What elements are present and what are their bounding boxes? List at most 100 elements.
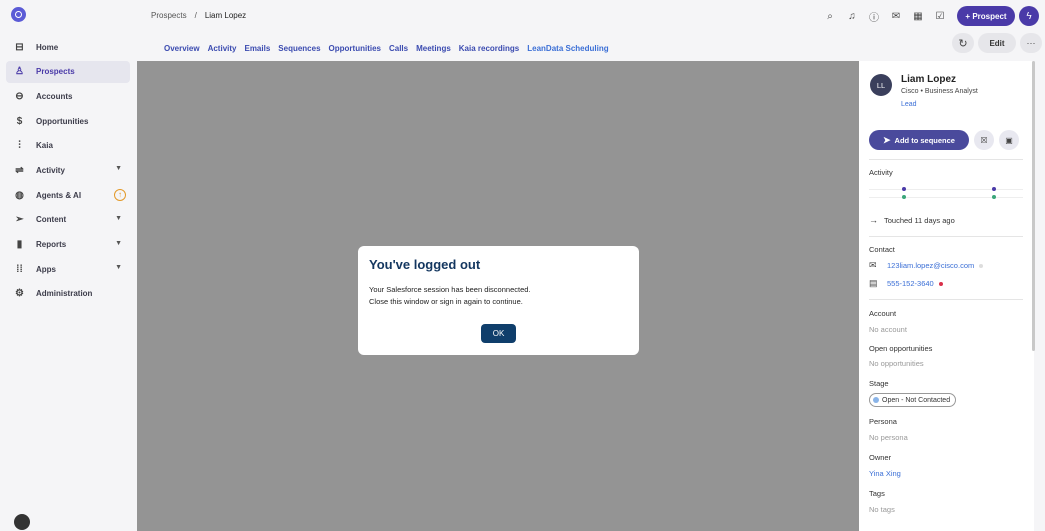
user-avatar[interactable] bbox=[14, 514, 30, 530]
sidebar-item-opportunities[interactable]: $ Opportunities bbox=[6, 110, 130, 132]
sidebar-item-label: Apps bbox=[36, 264, 56, 274]
divider bbox=[869, 299, 1023, 300]
sidebar-nav: ⊟ Home ♙ Prospects ⊖ Accounts $ Opportun… bbox=[6, 36, 130, 308]
mail-icon[interactable]: ✉ bbox=[887, 8, 905, 24]
breadcrumb-parent[interactable]: Prospects bbox=[151, 11, 187, 20]
sidebar-item-administration[interactable]: ⚙ Administration bbox=[6, 283, 130, 305]
tab-sequences[interactable]: Sequences bbox=[278, 44, 320, 53]
add-to-sequence-button[interactable]: ➤ Add to sequence bbox=[869, 130, 969, 150]
last-touched: → Touched 11 days ago bbox=[869, 215, 955, 225]
logged-out-dialog: You've logged out Your Salesforce sessio… bbox=[358, 246, 639, 355]
prospect-name: Liam Lopez bbox=[901, 74, 957, 85]
email-row[interactable]: ✉ 123liam.lopez@cisco.com bbox=[869, 260, 984, 271]
edit-button[interactable]: Edit bbox=[978, 33, 1016, 53]
more-options-button[interactable]: ··· bbox=[1020, 33, 1042, 53]
header-icons: ⌕ ♫ ⓘ ✉ ▦ ☑ bbox=[821, 8, 949, 24]
chevron-down-icon[interactable]: ▼ bbox=[115, 215, 122, 222]
sidebar-item-label: Opportunities bbox=[36, 116, 89, 126]
sidebar-item-kaia[interactable]: ⫶ Kaia bbox=[6, 135, 130, 157]
tags-label: Tags bbox=[869, 489, 885, 498]
sidebar-item-activity[interactable]: ⇌ Activity ▼ bbox=[6, 159, 130, 181]
sidebar-item-content[interactable]: ➢ Content ▼ bbox=[6, 209, 130, 231]
task-icon[interactable]: ☒ bbox=[974, 130, 994, 150]
tab-emails[interactable]: Emails bbox=[244, 44, 270, 53]
dialog-body: Your Salesforce session has been disconn… bbox=[369, 284, 531, 308]
prospect-type-link[interactable]: Lead bbox=[901, 101, 917, 108]
timeline-dot bbox=[992, 187, 996, 191]
breadcrumb-separator: / bbox=[194, 11, 197, 20]
timeline-line bbox=[869, 197, 1023, 198]
bolt-icon[interactable]: ϟ bbox=[1019, 6, 1039, 26]
right-panel-scrollbar[interactable] bbox=[1032, 61, 1035, 351]
prospect-title: Cisco • Business Analyst bbox=[901, 88, 978, 95]
tab-kaia-recordings[interactable]: Kaia recordings bbox=[459, 44, 519, 53]
phone-link[interactable]: 555-152-3640 bbox=[887, 279, 934, 288]
activity-timeline bbox=[869, 186, 1023, 206]
refresh-icon[interactable]: ↻ bbox=[952, 33, 974, 53]
ok-button[interactable]: OK bbox=[481, 324, 516, 343]
sidebar-item-label: Kaia bbox=[36, 141, 53, 151]
tasks-icon[interactable]: ☑ bbox=[931, 8, 949, 24]
bell-icon[interactable]: ♫ bbox=[843, 8, 861, 24]
timeline-line bbox=[869, 189, 1023, 190]
opportunities-value: No opportunities bbox=[869, 359, 924, 368]
stage-label: Stage bbox=[869, 379, 889, 388]
add-to-sequence-label: Add to sequence bbox=[894, 135, 955, 145]
contact-label: Contact bbox=[869, 245, 895, 254]
sidebar-item-home[interactable]: ⊟ Home bbox=[6, 36, 130, 58]
calendar-icon[interactable]: ▦ bbox=[909, 8, 927, 24]
dollar-icon: $ bbox=[16, 115, 23, 127]
sidebar-item-label: Activity bbox=[36, 165, 65, 175]
chevron-down-icon[interactable]: ▼ bbox=[115, 165, 122, 172]
app-logo-icon[interactable] bbox=[11, 7, 26, 22]
email-status-dot bbox=[979, 263, 984, 268]
waveform-icon: ⫶ bbox=[18, 140, 21, 152]
help-icon[interactable]: ⓘ bbox=[865, 8, 883, 24]
tab-opportunities[interactable]: Opportunities bbox=[329, 44, 381, 53]
divider bbox=[869, 159, 1023, 160]
sidebar-item-apps[interactable]: ⁞⁞ Apps ▼ bbox=[6, 258, 130, 280]
phone-status-dot bbox=[938, 281, 943, 286]
upgrade-badge-icon: ↑ bbox=[114, 189, 126, 202]
persona-label: Persona bbox=[869, 417, 897, 426]
sidebar-item-label: Prospects bbox=[36, 67, 75, 77]
search-icon[interactable]: ⌕ bbox=[821, 8, 839, 24]
tab-leandata-scheduling[interactable]: LeanData Scheduling bbox=[527, 44, 608, 53]
tags-value: No tags bbox=[869, 505, 895, 514]
send-icon: ➤ bbox=[883, 134, 891, 145]
sidebar-item-label: Accounts bbox=[36, 91, 73, 101]
chevron-down-icon[interactable]: ▼ bbox=[115, 240, 122, 247]
email-link[interactable]: 123liam.lopez@cisco.com bbox=[887, 261, 974, 270]
phone-icon: ▤ bbox=[869, 278, 878, 288]
chevron-down-icon[interactable]: ▼ bbox=[115, 264, 122, 271]
tab-meetings[interactable]: Meetings bbox=[416, 44, 451, 53]
sidebar-item-accounts[interactable]: ⊖ Accounts bbox=[6, 85, 130, 107]
tab-overview[interactable]: Overview bbox=[164, 44, 200, 53]
sidebar: ⊟ Home ♙ Prospects ⊖ Accounts $ Opportun… bbox=[0, 0, 137, 531]
send-icon: ➢ bbox=[15, 214, 24, 226]
person-icon: ♙ bbox=[15, 66, 24, 78]
stage-badge[interactable]: Open - Not Contacted bbox=[869, 393, 957, 407]
dialog-line-2: Close this window or sign in again to co… bbox=[369, 297, 523, 306]
add-prospect-button[interactable]: + Prospect bbox=[957, 6, 1015, 26]
gear-icon: ⚙ bbox=[15, 288, 24, 300]
sidebar-item-prospects[interactable]: ♙ Prospects bbox=[6, 60, 130, 83]
phone-row[interactable]: ▤ 555-152-3640 bbox=[869, 278, 943, 289]
tab-calls[interactable]: Calls bbox=[389, 44, 408, 53]
tab-activity[interactable]: Activity bbox=[208, 44, 237, 53]
stage-value: Open - Not Contacted bbox=[882, 396, 951, 404]
activity-icon: ⇌ bbox=[15, 164, 24, 176]
sidebar-item-label: Content bbox=[36, 215, 67, 225]
stage-dot bbox=[873, 397, 879, 403]
arrow-right-icon: → bbox=[869, 215, 878, 225]
sidebar-item-agents-ai[interactable]: ◍ Agents & AI ↑ bbox=[6, 184, 130, 206]
grid-icon: ⁞⁞ bbox=[16, 263, 23, 275]
owner-link[interactable]: Yina Xing bbox=[869, 469, 901, 478]
calendar-icon[interactable]: ▣ bbox=[999, 130, 1019, 150]
record-tabs: Overview Activity Emails Sequences Oppor… bbox=[164, 44, 609, 53]
divider bbox=[869, 236, 1023, 237]
briefcase-icon: ⊖ bbox=[15, 90, 24, 102]
owner-label: Owner bbox=[869, 453, 892, 462]
sidebar-item-reports[interactable]: ▮ Reports ▼ bbox=[6, 234, 130, 256]
home-icon: ⊟ bbox=[15, 41, 24, 53]
